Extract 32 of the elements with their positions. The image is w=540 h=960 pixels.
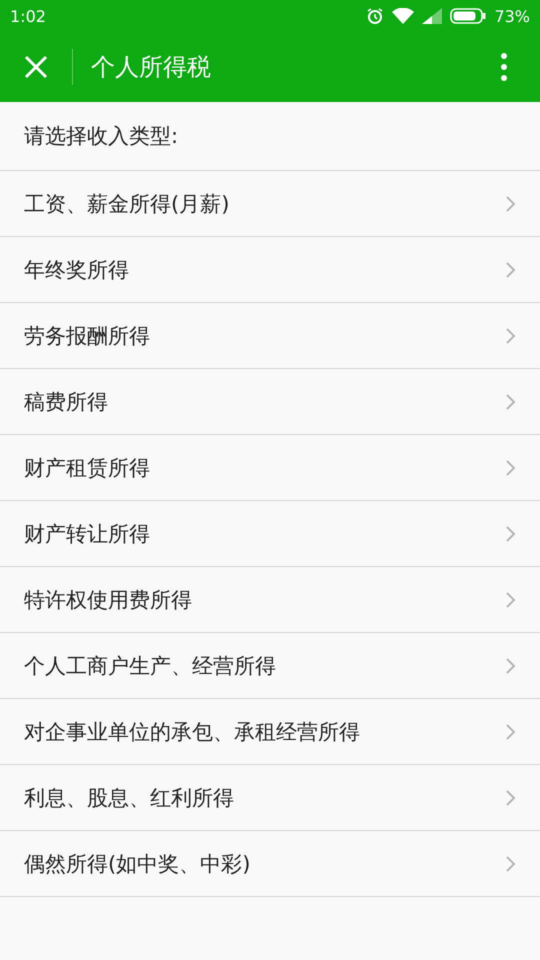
income-type-row[interactable]: 利息、股息、红利所得 xyxy=(0,765,540,831)
income-type-row[interactable]: 偶然所得(如中奖、中彩) xyxy=(0,831,540,897)
prompt-text: 请选择收入类型: xyxy=(0,102,540,171)
chevron-icon xyxy=(506,856,516,872)
income-type-row[interactable]: 个人工商户生产、经营所得 xyxy=(0,633,540,699)
income-type-row[interactable]: 财产租赁所得 xyxy=(0,435,540,501)
chevron-icon xyxy=(506,724,516,740)
chevron-icon xyxy=(506,526,516,542)
chevron-icon xyxy=(506,394,516,410)
page-title: 个人所得税 xyxy=(90,52,212,83)
more-icon xyxy=(500,52,508,82)
income-type-row[interactable]: 年终奖所得 xyxy=(0,237,540,303)
income-type-row[interactable]: 工资、薪金所得(月薪) xyxy=(0,171,540,237)
income-type-row[interactable]: 对企事业单位的承包、承租经营所得 xyxy=(0,699,540,765)
chevron-icon xyxy=(506,658,516,674)
chevron-icon xyxy=(506,790,516,806)
chevron-icon xyxy=(506,328,516,344)
income-type-row[interactable]: 稿费所得 xyxy=(0,369,540,435)
wifi-icon xyxy=(392,8,414,24)
chevron-icon xyxy=(506,262,516,278)
battery-percent: 73% xyxy=(494,6,530,26)
close-icon xyxy=(24,55,48,79)
alarm-icon xyxy=(366,7,384,25)
status-time: 1:02 xyxy=(10,6,47,26)
chevron-icon xyxy=(506,196,516,212)
income-type-row[interactable]: 财产转让所得 xyxy=(0,501,540,567)
chevron-icon xyxy=(506,460,516,476)
signal-icon xyxy=(422,8,442,24)
battery-icon xyxy=(450,8,486,24)
income-type-row[interactable]: 特许权使用费所得 xyxy=(0,567,540,633)
chevron-icon xyxy=(506,592,516,608)
income-type-row[interactable]: 劳务报酬所得 xyxy=(0,303,540,369)
